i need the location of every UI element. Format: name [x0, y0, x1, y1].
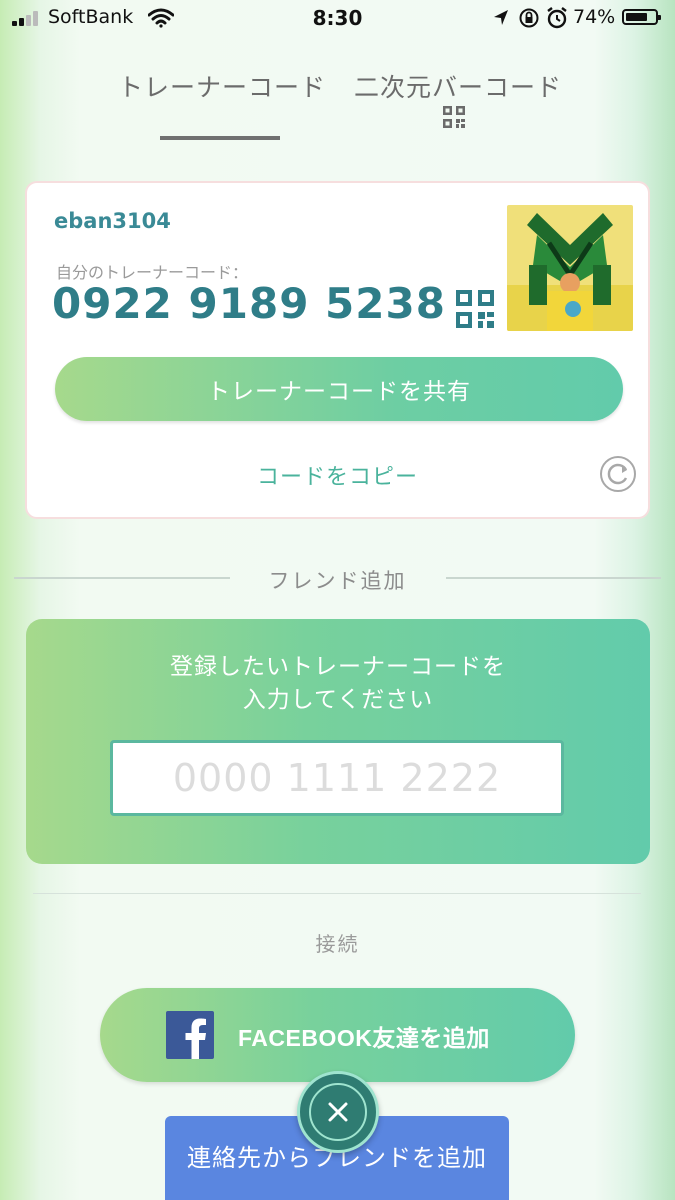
divider-right — [446, 577, 661, 579]
connect-heading: 接続 — [315, 932, 360, 956]
share-trainer-code-button[interactable]: トレーナーコードを共有 — [55, 357, 623, 421]
enter-code-prompt-line1: 登録したいトレーナーコードを — [170, 654, 506, 680]
battery-icon — [622, 9, 661, 25]
close-icon — [328, 1102, 348, 1122]
tab-qr-code[interactable]: 二次元バーコード — [354, 68, 562, 104]
rotation-lock-icon — [519, 8, 539, 28]
location-arrow-icon — [494, 10, 508, 25]
connect-divider — [33, 893, 641, 894]
facebook-button-label: FACEBOOK友達を追加 — [238, 1025, 490, 1051]
enter-code-prompt: 登録したいトレーナーコードを 入力してください — [26, 651, 650, 717]
copy-code-link[interactable]: コードをコピー — [27, 459, 648, 491]
facebook-icon — [166, 1011, 214, 1059]
avatar[interactable] — [507, 205, 633, 331]
refresh-icon[interactable] — [599, 455, 637, 493]
friend-add-heading: フレンド追加 — [268, 569, 407, 593]
trainer-card: eban3104 自分のトレーナーコード： 0922 9189 5238 トレー… — [25, 181, 650, 519]
trainer-code-input[interactable] — [110, 740, 564, 816]
enter-code-prompt-line2: 入力してください — [242, 687, 434, 713]
qr-code-icon[interactable] — [456, 290, 494, 328]
alarm-icon — [547, 7, 567, 29]
enter-code-panel: 登録したいトレーナーコードを 入力してください — [26, 619, 650, 864]
active-tab-indicator — [160, 136, 280, 140]
qr-code-icon[interactable] — [443, 106, 465, 128]
status-bar: SoftBank 8:30 74% — [0, 0, 675, 40]
close-button[interactable] — [297, 1071, 379, 1153]
tab-trainer-code[interactable]: トレーナーコード — [118, 68, 326, 104]
add-facebook-friends-button[interactable]: FACEBOOK友達を追加 — [100, 988, 575, 1082]
trainer-code: 0922 9189 5238 — [52, 279, 446, 328]
battery-percent: 74% — [573, 6, 616, 28]
username: eban3104 — [54, 209, 171, 233]
